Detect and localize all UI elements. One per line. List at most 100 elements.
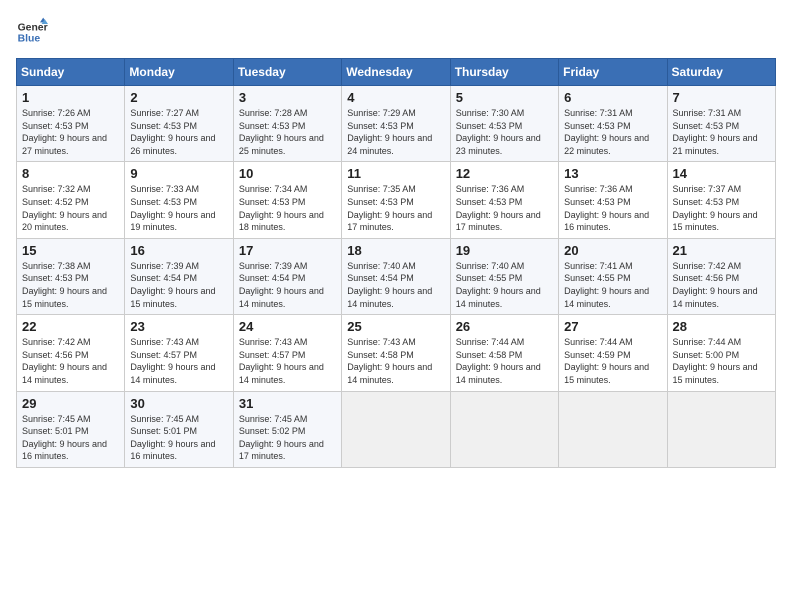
calendar-cell: 22 Sunrise: 7:42 AMSunset: 4:56 PMDayligh… <box>17 315 125 391</box>
calendar-cell: 5 Sunrise: 7:30 AMSunset: 4:53 PMDaylight… <box>450 86 558 162</box>
day-number: 28 <box>673 319 770 334</box>
calendar-cell: 9Sunrise: 7:33 AMSunset: 4:53 PMDaylight… <box>125 162 233 238</box>
svg-text:General: General <box>18 22 48 33</box>
day-info: Sunrise: 7:31 AMSunset: 4:53 PMDaylight:… <box>564 107 661 157</box>
calendar-cell: 26 Sunrise: 7:44 AMSunset: 4:58 PMDayligh… <box>450 315 558 391</box>
day-number: 9 <box>130 166 227 181</box>
day-number: 31 <box>239 396 336 411</box>
day-number: 21 <box>673 243 770 258</box>
calendar-header: SundayMondayTuesdayWednesdayThursdayFrid… <box>17 59 776 86</box>
day-info: Sunrise: 7:42 AMSunset: 4:56 PMDaylight:… <box>673 260 770 310</box>
calendar-cell: 12 Sunrise: 7:36 AMSunset: 4:53 PMDayligh… <box>450 162 558 238</box>
weekday-header-saturday: Saturday <box>667 59 775 86</box>
day-info: Sunrise: 7:40 AMSunset: 4:54 PMDaylight:… <box>347 260 444 310</box>
day-info: Sunrise: 7:28 AMSunset: 4:53 PMDaylight:… <box>239 107 336 157</box>
calendar-cell: 24 Sunrise: 7:43 AMSunset: 4:57 PMDayligh… <box>233 315 341 391</box>
calendar-cell <box>342 391 450 467</box>
day-info: Sunrise: 7:26 AMSunset: 4:53 PMDaylight:… <box>22 107 119 157</box>
day-number: 18 <box>347 243 444 258</box>
day-number: 3 <box>239 90 336 105</box>
day-number: 2 <box>130 90 227 105</box>
svg-text:Blue: Blue <box>18 34 41 45</box>
day-number: 8 <box>22 166 119 181</box>
day-info: Sunrise: 7:44 AMSunset: 4:58 PMDaylight:… <box>456 336 553 386</box>
calendar-cell: 17 Sunrise: 7:39 AMSunset: 4:54 PMDayligh… <box>233 238 341 314</box>
calendar-cell: 14 Sunrise: 7:37 AMSunset: 4:53 PMDayligh… <box>667 162 775 238</box>
day-number: 27 <box>564 319 661 334</box>
day-info: Sunrise: 7:37 AMSunset: 4:53 PMDaylight:… <box>673 183 770 233</box>
calendar-cell <box>667 391 775 467</box>
day-number: 14 <box>673 166 770 181</box>
day-number: 11 <box>347 166 444 181</box>
day-info: Sunrise: 7:35 AMSunset: 4:53 PMDaylight:… <box>347 183 444 233</box>
day-info: Sunrise: 7:27 AMSunset: 4:53 PMDaylight:… <box>130 107 227 157</box>
weekday-header-friday: Friday <box>559 59 667 86</box>
day-number: 24 <box>239 319 336 334</box>
day-number: 7 <box>673 90 770 105</box>
day-info: Sunrise: 7:39 AMSunset: 4:54 PMDaylight:… <box>239 260 336 310</box>
day-number: 5 <box>456 90 553 105</box>
day-number: 26 <box>456 319 553 334</box>
page-header: General Blue <box>16 16 776 48</box>
day-number: 6 <box>564 90 661 105</box>
calendar-week-1: 1Sunrise: 7:26 AMSunset: 4:53 PMDaylight… <box>17 86 776 162</box>
day-number: 12 <box>456 166 553 181</box>
calendar-cell: 19 Sunrise: 7:40 AMSunset: 4:55 PMDayligh… <box>450 238 558 314</box>
day-number: 19 <box>456 243 553 258</box>
day-info: Sunrise: 7:45 AMSunset: 5:02 PMDaylight:… <box>239 413 336 463</box>
day-number: 17 <box>239 243 336 258</box>
day-info: Sunrise: 7:43 AMSunset: 4:58 PMDaylight:… <box>347 336 444 386</box>
weekday-header-tuesday: Tuesday <box>233 59 341 86</box>
calendar-cell: 11 Sunrise: 7:35 AMSunset: 4:53 PMDayligh… <box>342 162 450 238</box>
calendar-week-2: 8Sunrise: 7:32 AMSunset: 4:52 PMDaylight… <box>17 162 776 238</box>
calendar-cell <box>450 391 558 467</box>
calendar-cell: 6 Sunrise: 7:31 AMSunset: 4:53 PMDaylight… <box>559 86 667 162</box>
calendar-week-3: 15Sunrise: 7:38 AMSunset: 4:53 PMDayligh… <box>17 238 776 314</box>
calendar-cell: 21 Sunrise: 7:42 AMSunset: 4:56 PMDayligh… <box>667 238 775 314</box>
calendar-cell: 1Sunrise: 7:26 AMSunset: 4:53 PMDaylight… <box>17 86 125 162</box>
calendar-cell <box>559 391 667 467</box>
day-info: Sunrise: 7:45 AMSunset: 5:01 PMDaylight:… <box>130 413 227 463</box>
calendar-cell: 28 Sunrise: 7:44 AMSunset: 5:00 PMDayligh… <box>667 315 775 391</box>
day-number: 29 <box>22 396 119 411</box>
day-info: Sunrise: 7:31 AMSunset: 4:53 PMDaylight:… <box>673 107 770 157</box>
calendar-cell: 16 Sunrise: 7:39 AMSunset: 4:54 PMDayligh… <box>125 238 233 314</box>
day-number: 4 <box>347 90 444 105</box>
day-info: Sunrise: 7:44 AMSunset: 4:59 PMDaylight:… <box>564 336 661 386</box>
day-info: Sunrise: 7:40 AMSunset: 4:55 PMDaylight:… <box>456 260 553 310</box>
day-info: Sunrise: 7:39 AMSunset: 4:54 PMDaylight:… <box>130 260 227 310</box>
weekday-header-wednesday: Wednesday <box>342 59 450 86</box>
calendar-cell: 18 Sunrise: 7:40 AMSunset: 4:54 PMDayligh… <box>342 238 450 314</box>
calendar-table: SundayMondayTuesdayWednesdayThursdayFrid… <box>16 58 776 468</box>
day-number: 22 <box>22 319 119 334</box>
calendar-cell: 4 Sunrise: 7:29 AMSunset: 4:53 PMDaylight… <box>342 86 450 162</box>
day-number: 10 <box>239 166 336 181</box>
day-info: Sunrise: 7:34 AMSunset: 4:53 PMDaylight:… <box>239 183 336 233</box>
day-info: Sunrise: 7:44 AMSunset: 5:00 PMDaylight:… <box>673 336 770 386</box>
calendar-week-4: 22 Sunrise: 7:42 AMSunset: 4:56 PMDayligh… <box>17 315 776 391</box>
calendar-cell: 27 Sunrise: 7:44 AMSunset: 4:59 PMDayligh… <box>559 315 667 391</box>
calendar-cell: 30 Sunrise: 7:45 AMSunset: 5:01 PMDayligh… <box>125 391 233 467</box>
calendar-cell: 15Sunrise: 7:38 AMSunset: 4:53 PMDayligh… <box>17 238 125 314</box>
calendar-cell: 2 Sunrise: 7:27 AMSunset: 4:53 PMDaylight… <box>125 86 233 162</box>
calendar-cell: 7 Sunrise: 7:31 AMSunset: 4:53 PMDaylight… <box>667 86 775 162</box>
day-info: Sunrise: 7:36 AMSunset: 4:53 PMDaylight:… <box>564 183 661 233</box>
calendar-cell: 8Sunrise: 7:32 AMSunset: 4:52 PMDaylight… <box>17 162 125 238</box>
day-number: 16 <box>130 243 227 258</box>
calendar-cell: 31 Sunrise: 7:45 AMSunset: 5:02 PMDayligh… <box>233 391 341 467</box>
day-number: 23 <box>130 319 227 334</box>
day-info: Sunrise: 7:43 AMSunset: 4:57 PMDaylight:… <box>239 336 336 386</box>
weekday-header-monday: Monday <box>125 59 233 86</box>
calendar-cell: 29Sunrise: 7:45 AMSunset: 5:01 PMDayligh… <box>17 391 125 467</box>
day-number: 25 <box>347 319 444 334</box>
calendar-week-5: 29 Sunrise: 7:45 AMSunset: 5:01 PMDayligh… <box>17 391 776 467</box>
logo-icon: General Blue <box>16 16 48 48</box>
day-info: Sunrise: 7:42 AMSunset: 4:56 PMDaylight:… <box>22 336 119 386</box>
day-info: Sunrise: 7:36 AMSunset: 4:53 PMDaylight:… <box>456 183 553 233</box>
day-info: Sunrise: 7:29 AMSunset: 4:53 PMDaylight:… <box>347 107 444 157</box>
calendar-cell: 10 Sunrise: 7:34 AMSunset: 4:53 PMDayligh… <box>233 162 341 238</box>
day-info: Sunrise: 7:30 AMSunset: 4:53 PMDaylight:… <box>456 107 553 157</box>
day-number: 20 <box>564 243 661 258</box>
day-number: 13 <box>564 166 661 181</box>
day-number: 30 <box>130 396 227 411</box>
